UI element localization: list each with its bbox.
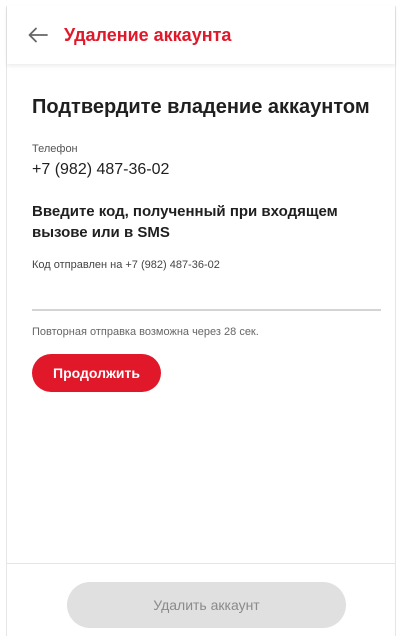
phone-label: Телефон [32, 143, 78, 155]
footer-bar: Удалить аккаунт [7, 563, 395, 636]
main-content: Подтвердите владение аккаунтом Телефон +… [32, 94, 381, 392]
page-title: Удаление аккаунта [64, 24, 232, 45]
code-sent-text: Код отправлен на +7 (982) 487-36-02 [32, 259, 220, 271]
app-header: Удаление аккаунта [7, 6, 395, 64]
resend-timer-note: Повторная отправка возможна через 28 сек… [32, 325, 259, 338]
code-input[interactable] [32, 301, 381, 311]
account-deletion-screen: Удаление аккаунта Подтвердите владение а… [6, 6, 396, 636]
arrow-left-icon [28, 27, 48, 43]
phone-value: +7 (982) 487-36-02 [32, 161, 170, 178]
continue-button[interactable]: Продолжить [32, 353, 161, 392]
code-instruction: Введите код, полученный при входящем выз… [32, 203, 338, 241]
delete-account-button[interactable]: Удалить аккаунт [67, 582, 346, 628]
confirm-ownership-heading: Подтвердите владение аккаунтом [32, 96, 370, 118]
back-button[interactable] [26, 23, 50, 47]
